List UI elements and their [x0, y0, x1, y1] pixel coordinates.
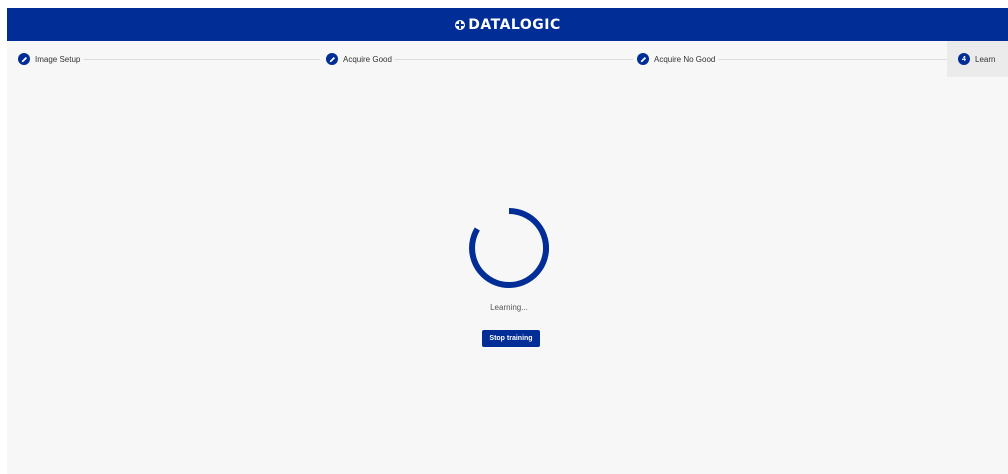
step-learn[interactable]: 4 Learn	[947, 41, 1008, 77]
pencil-icon	[18, 53, 30, 65]
wizard-stepper: Image Setup Acquire Good Acquire No Good…	[7, 41, 1008, 78]
brand-logo: DATALOGIC	[454, 17, 560, 33]
main-content: Learning... Stop training	[7, 78, 1008, 474]
top-header: DATALOGIC	[7, 8, 1008, 41]
step-label: Acquire No Good	[654, 54, 716, 64]
step-label: Learn	[975, 54, 996, 64]
step-acquire-no-good[interactable]: Acquire No Good	[637, 41, 715, 77]
step-image-setup[interactable]: Image Setup	[18, 41, 80, 77]
step-connector	[84, 59, 320, 60]
datalogic-logo-icon	[455, 19, 466, 30]
app-frame: DATALOGIC Image Setup Acquire Good Acqui…	[7, 8, 1008, 474]
step-label: Acquire Good	[343, 54, 392, 64]
status-text: Learning...	[490, 303, 528, 312]
step-number-badge: 4	[958, 53, 970, 65]
step-label: Image Setup	[35, 54, 81, 64]
loading-spinner-icon	[469, 208, 549, 288]
step-connector	[718, 59, 947, 60]
pencil-icon	[326, 53, 338, 65]
step-connector	[394, 59, 633, 60]
step-acquire-good[interactable]: Acquire Good	[326, 41, 392, 77]
brand-name: DATALOGIC	[468, 16, 561, 33]
pencil-icon	[637, 53, 649, 65]
stop-training-button[interactable]: Stop training	[482, 330, 540, 347]
